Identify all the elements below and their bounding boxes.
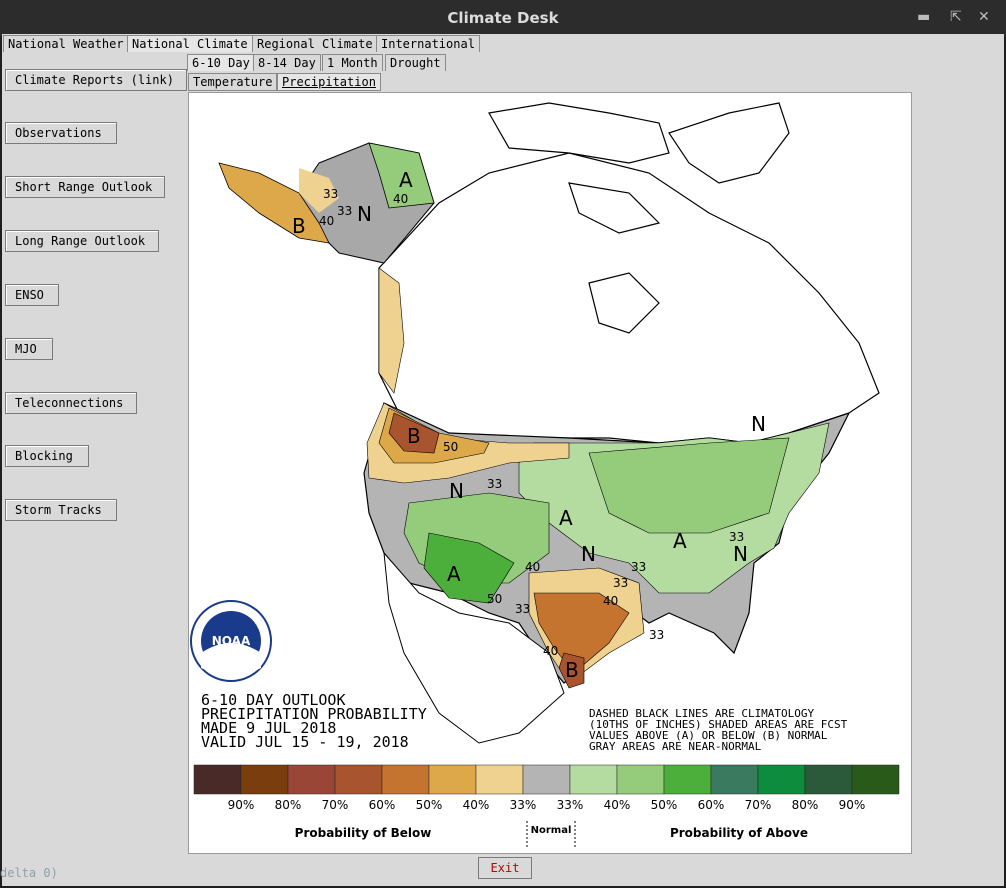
contour-label: 40 <box>393 192 408 206</box>
legend-swatch <box>804 764 853 795</box>
legend-swatch <box>569 764 618 795</box>
close-icon[interactable]: ✕ <box>978 9 990 25</box>
noaa-logo: NOAA <box>190 600 272 682</box>
contour-label: 33 <box>515 602 530 616</box>
legend-swatch <box>287 764 336 795</box>
subtab-1-month[interactable]: 1 Month <box>322 54 383 71</box>
outlook-map-image: A N B N A A A N N B N B 33 40 33 40 50 3… <box>188 92 912 854</box>
legend-label: 80% <box>275 798 302 812</box>
legend-probability-above: Probability of Above <box>670 826 808 840</box>
short-range-outlook-button[interactable]: Short Range Outlook <box>5 176 165 198</box>
legend-probability-below: Probability of Below <box>295 826 432 840</box>
contour-label: 33 <box>323 187 338 201</box>
legend-label: 40% <box>463 798 490 812</box>
contour-label: 40 <box>525 560 540 574</box>
contour-label: 33 <box>613 576 628 590</box>
region-letter: B <box>565 658 579 682</box>
region-letter: B <box>407 424 421 448</box>
legend-normal: Normal <box>531 825 572 836</box>
title-bar: Climate Desk ▬ ⇱ ✕ <box>0 0 1006 36</box>
legend-swatch <box>663 764 712 795</box>
contour-label: 50 <box>443 440 458 454</box>
legend-label: 60% <box>698 798 725 812</box>
tab-precipitation[interactable]: Precipitation <box>277 73 381 91</box>
legend-swatch <box>616 764 665 795</box>
legend-label: 33% <box>557 798 584 812</box>
enso-button[interactable]: ENSO <box>5 284 59 306</box>
minimize-icon[interactable]: ▬ <box>917 9 930 25</box>
map-title-line: VALID JUL 15 - 19, 2018 <box>201 733 409 751</box>
legend-swatch <box>851 764 900 795</box>
tab-national-climate[interactable]: National Climate <box>127 35 253 52</box>
window-title: Climate Desk <box>447 9 559 27</box>
region-letter: A <box>673 529 687 553</box>
contour-label: 33 <box>649 628 664 642</box>
legend-label: 33% <box>510 798 537 812</box>
mjo-button[interactable]: MJO <box>5 338 53 360</box>
legend-label: 90% <box>839 798 866 812</box>
legend-label: 40% <box>604 798 631 812</box>
contour-label: 33 <box>487 477 502 491</box>
region-letter: A <box>399 168 413 192</box>
teleconnections-button[interactable]: Teleconnections <box>5 392 137 414</box>
observations-button[interactable]: Observations <box>5 122 117 144</box>
background-terminal-text: delta 0) <box>0 866 58 880</box>
legend-label: 80% <box>792 798 819 812</box>
region-letter: B <box>292 214 306 238</box>
climate-reports-link-button[interactable]: Climate Reports (link) <box>5 69 187 91</box>
subtab-6-10-day[interactable]: 6-10 Day <box>187 54 255 71</box>
contour-label: 40 <box>543 644 558 658</box>
legend-swatch <box>710 764 759 795</box>
contour-label: 40 <box>603 594 618 608</box>
legend-label: 70% <box>322 798 349 812</box>
outlook-map-svg: A N B N A A A N N B N B 33 40 33 40 50 3… <box>190 102 900 849</box>
noaa-text: NOAA <box>212 634 251 648</box>
region-letter: N <box>751 412 766 436</box>
client-area: National Weather National Climate Region… <box>2 34 1004 886</box>
contour-label: 50 <box>487 592 502 606</box>
legend-swatch <box>381 764 430 795</box>
tab-regional-climate[interactable]: Regional Climate <box>252 35 378 52</box>
legend-bar <box>193 764 900 795</box>
legend-label: 70% <box>745 798 772 812</box>
storm-tracks-button[interactable]: Storm Tracks <box>5 499 117 521</box>
legend-swatch <box>522 764 571 795</box>
region-letter: A <box>559 506 573 530</box>
legend-swatch <box>334 764 383 795</box>
restore-icon[interactable]: ⇱ <box>950 9 962 25</box>
map-note-line: GRAY AREAS ARE NEAR-NORMAL <box>589 740 762 753</box>
subtab-8-14-day[interactable]: 8-14 Day <box>253 54 321 71</box>
legend-label: 60% <box>369 798 396 812</box>
subtab-drought[interactable]: Drought <box>385 54 446 71</box>
legend-swatch <box>475 764 524 795</box>
long-range-outlook-button[interactable]: Long Range Outlook <box>5 230 159 252</box>
legend-swatch <box>240 764 289 795</box>
legend-label: 50% <box>651 798 678 812</box>
region-letter: N <box>449 479 464 503</box>
exit-button[interactable]: Exit <box>478 857 532 879</box>
blocking-button[interactable]: Blocking <box>5 445 89 467</box>
legend-swatch <box>757 764 806 795</box>
tab-international[interactable]: International <box>376 35 480 52</box>
region-letter: N <box>357 202 372 226</box>
contour-label: 40 <box>319 214 334 228</box>
region-letter: N <box>581 542 596 566</box>
contour-label: 33 <box>631 560 646 574</box>
tab-national-weather[interactable]: National Weather <box>3 35 129 52</box>
legend-swatch <box>428 764 477 795</box>
region-letter: N <box>733 542 748 566</box>
contour-label: 33 <box>337 204 352 218</box>
legend-swatch <box>193 764 242 795</box>
contour-label: 33 <box>729 530 744 544</box>
tab-temperature[interactable]: Temperature <box>188 73 278 91</box>
legend-label: 50% <box>416 798 443 812</box>
region-letter: A <box>447 562 461 586</box>
legend-label: 90% <box>228 798 255 812</box>
